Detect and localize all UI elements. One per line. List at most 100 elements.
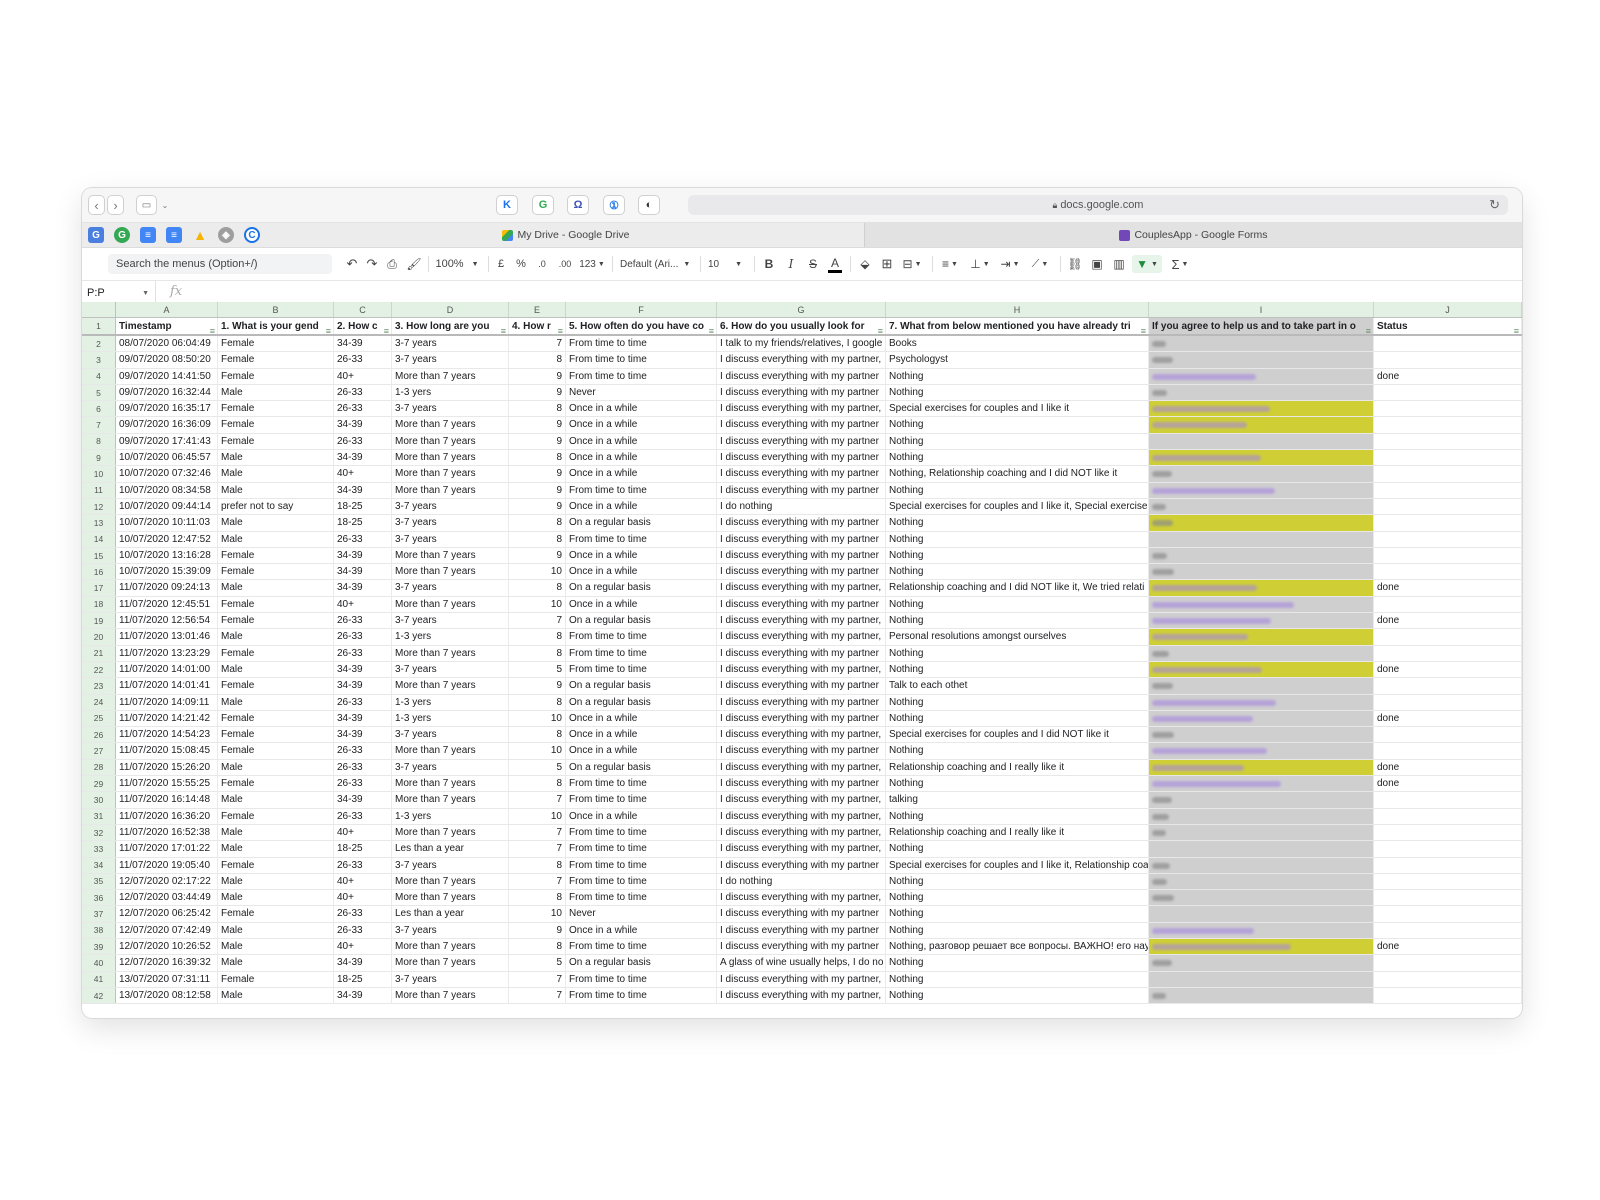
table-cell[interactable]: I discuss everything with my partner bbox=[717, 938, 886, 955]
table-cell[interactable]: 9 bbox=[509, 547, 566, 564]
tab-my-drive[interactable]: My Drive - Google Drive bbox=[268, 223, 864, 247]
table-cell[interactable] bbox=[1149, 922, 1374, 938]
paint-format-icon[interactable]: 🖌︎ bbox=[406, 255, 422, 273]
table-cell[interactable] bbox=[1149, 955, 1374, 971]
table-cell[interactable]: Never bbox=[566, 906, 717, 922]
row-number[interactable]: 39 bbox=[82, 938, 116, 955]
table-cell[interactable]: From time to time bbox=[566, 776, 717, 792]
table-cell[interactable]: 8 bbox=[509, 890, 566, 906]
table-cell[interactable]: Nothing bbox=[886, 384, 1149, 401]
table-cell[interactable]: More than 7 years bbox=[392, 482, 509, 498]
table-cell[interactable]: I discuss everything with my partner bbox=[717, 743, 886, 759]
table-cell[interactable]: Relationship coaching and I really like … bbox=[886, 824, 1149, 841]
table-cell[interactable]: 11/07/2020 14:54:23 bbox=[116, 727, 218, 743]
table-cell[interactable]: 9 bbox=[509, 417, 566, 433]
table-cell[interactable]: Male bbox=[218, 384, 334, 401]
table-cell[interactable]: From time to time bbox=[566, 336, 717, 352]
table-cell[interactable]: I talk to my friends/relatives, I google bbox=[717, 336, 886, 352]
table-cell[interactable]: More than 7 years bbox=[392, 873, 509, 890]
table-cell[interactable] bbox=[1149, 368, 1374, 384]
table-cell[interactable]: 10 bbox=[509, 710, 566, 727]
bookmark-grammarly-icon[interactable]: G bbox=[114, 227, 130, 243]
table-cell[interactable]: 9 bbox=[509, 482, 566, 498]
table-cell[interactable]: Nothing bbox=[886, 841, 1149, 857]
table-cell[interactable] bbox=[1374, 401, 1522, 417]
table-cell[interactable]: More than 7 years bbox=[392, 824, 509, 841]
insert-chart-icon[interactable]: ▥ bbox=[1112, 255, 1126, 273]
table-cell[interactable]: 8 bbox=[509, 938, 566, 955]
table-cell[interactable]: 11/07/2020 12:45:51 bbox=[116, 596, 218, 613]
table-cell[interactable]: Female bbox=[218, 678, 334, 694]
table-cell[interactable]: 09/07/2020 16:36:09 bbox=[116, 417, 218, 433]
table-cell[interactable]: 12/07/2020 16:39:32 bbox=[116, 955, 218, 971]
row-number[interactable]: 17 bbox=[82, 580, 116, 596]
table-cell[interactable]: I do nothing bbox=[717, 873, 886, 890]
forward-icon[interactable]: › bbox=[107, 195, 124, 215]
row-number[interactable]: 40 bbox=[82, 955, 116, 971]
table-cell[interactable]: talking bbox=[886, 792, 1149, 808]
table-cell[interactable]: 10/07/2020 13:16:28 bbox=[116, 547, 218, 564]
table-cell[interactable]: 12/07/2020 02:17:22 bbox=[116, 873, 218, 890]
table-cell[interactable]: Male bbox=[218, 955, 334, 971]
table-cell[interactable]: done bbox=[1374, 613, 1522, 629]
row-number[interactable]: 42 bbox=[82, 987, 116, 1004]
table-cell[interactable]: 26-33 bbox=[334, 694, 392, 710]
table-cell[interactable]: 7 bbox=[509, 613, 566, 629]
table-cell[interactable] bbox=[1149, 759, 1374, 776]
table-cell[interactable]: Female bbox=[218, 417, 334, 433]
table-cell[interactable]: done bbox=[1374, 759, 1522, 776]
table-cell[interactable]: I discuss everything with my partner bbox=[717, 384, 886, 401]
table-cell[interactable] bbox=[1149, 841, 1374, 857]
row-number[interactable]: 38 bbox=[82, 922, 116, 938]
table-cell[interactable]: More than 7 years bbox=[392, 547, 509, 564]
header-cell[interactable]: 1. What is your gend ≡ bbox=[218, 318, 334, 334]
table-cell[interactable]: 3-7 years bbox=[392, 515, 509, 531]
bookmark-docs-icon[interactable]: ≡ bbox=[140, 227, 156, 243]
table-cell[interactable]: Male bbox=[218, 466, 334, 482]
table-cell[interactable]: From time to time bbox=[566, 873, 717, 890]
table-cell[interactable]: 12/07/2020 10:26:52 bbox=[116, 938, 218, 955]
table-cell[interactable]: Nothing bbox=[886, 873, 1149, 890]
table-cell[interactable]: Female bbox=[218, 433, 334, 450]
table-cell[interactable]: 26-33 bbox=[334, 857, 392, 873]
table-cell[interactable]: 9 bbox=[509, 433, 566, 450]
filter-icon[interactable]: ≡ bbox=[501, 322, 506, 334]
table-cell[interactable]: Female bbox=[218, 906, 334, 922]
table-cell[interactable]: From time to time bbox=[566, 531, 717, 547]
table-cell[interactable]: 13/07/2020 07:31:11 bbox=[116, 971, 218, 987]
table-cell[interactable]: I discuss everything with my partner, bbox=[717, 727, 886, 743]
table-cell[interactable]: I discuss everything with my partner, bbox=[717, 661, 886, 678]
bookmark-translate-icon[interactable]: G bbox=[88, 227, 104, 243]
table-cell[interactable]: I discuss everything with my partner bbox=[717, 710, 886, 727]
table-cell[interactable]: 26-33 bbox=[334, 531, 392, 547]
table-cell[interactable]: From time to time bbox=[566, 661, 717, 678]
table-cell[interactable]: 26-33 bbox=[334, 384, 392, 401]
table-cell[interactable]: 10/07/2020 12:47:52 bbox=[116, 531, 218, 547]
table-cell[interactable] bbox=[1149, 906, 1374, 922]
table-cell[interactable]: 7 bbox=[509, 792, 566, 808]
table-cell[interactable]: I discuss everything with my partner bbox=[717, 547, 886, 564]
table-cell[interactable]: More than 7 years bbox=[392, 938, 509, 955]
zoom-select[interactable]: 100% ▼ bbox=[434, 255, 480, 273]
table-cell[interactable] bbox=[1374, 433, 1522, 450]
table-cell[interactable]: From time to time bbox=[566, 368, 717, 384]
table-cell[interactable]: Never bbox=[566, 384, 717, 401]
table-cell[interactable]: A glass of wine usually helps, I do no bbox=[717, 955, 886, 971]
table-cell[interactable] bbox=[1149, 824, 1374, 841]
table-cell[interactable]: I discuss everything with my partner, bbox=[717, 971, 886, 987]
tab-couplesapp-forms[interactable]: CouplesApp - Google Forms bbox=[864, 223, 1522, 247]
font-size-select[interactable]: 10 ▼ bbox=[708, 255, 748, 273]
table-cell[interactable]: 8 bbox=[509, 401, 566, 417]
table-cell[interactable]: I discuss everything with my partner bbox=[717, 906, 886, 922]
bookmark-drive-icon[interactable]: ▲ bbox=[192, 227, 208, 243]
table-cell[interactable]: Female bbox=[218, 710, 334, 727]
extension-translate-icon[interactable]: Ω bbox=[567, 195, 589, 215]
text-wrap-icon[interactable]: ⇥ ▼ bbox=[998, 255, 1022, 273]
row-number[interactable]: 37 bbox=[82, 906, 116, 922]
table-cell[interactable] bbox=[1149, 792, 1374, 808]
column-header-g[interactable]: G bbox=[717, 302, 886, 317]
table-cell[interactable]: On a regular basis bbox=[566, 955, 717, 971]
table-cell[interactable] bbox=[1149, 564, 1374, 580]
table-cell[interactable]: Once in a while bbox=[566, 547, 717, 564]
table-cell[interactable]: 3-7 years bbox=[392, 498, 509, 515]
